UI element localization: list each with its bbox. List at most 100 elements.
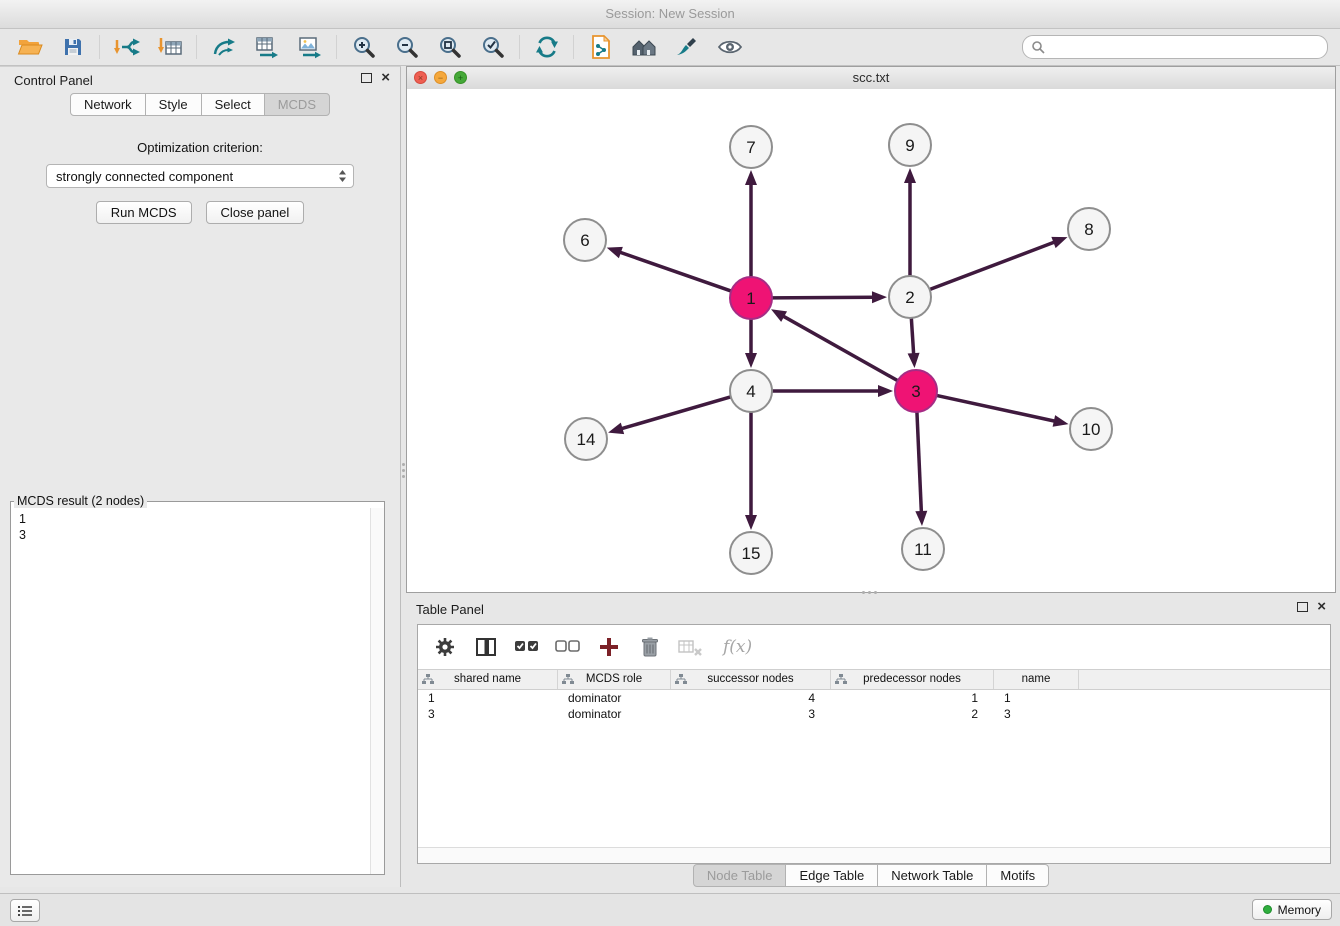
cell-successor-nodes[interactable]: 3 <box>671 706 831 722</box>
tab-network[interactable]: Network <box>70 93 146 116</box>
cell-shared-name[interactable]: 3 <box>418 706 558 722</box>
export-table-icon[interactable] <box>245 31 288 63</box>
export-image-icon[interactable] <box>288 31 331 63</box>
search-box[interactable] <box>1022 35 1328 59</box>
search-input[interactable] <box>1050 39 1319 55</box>
graph-node-11[interactable]: 11 <box>902 528 944 570</box>
eye-icon[interactable] <box>708 31 751 63</box>
graph-node-6[interactable]: 6 <box>564 219 606 261</box>
tab-edge-table[interactable]: Edge Table <box>785 864 878 887</box>
tab-select[interactable]: Select <box>201 93 265 116</box>
column-tree-icon <box>422 674 434 685</box>
graph-node-7[interactable]: 7 <box>730 126 772 168</box>
float-panel-icon[interactable] <box>361 73 372 83</box>
open-file-icon[interactable] <box>8 31 51 63</box>
run-mcds-button[interactable]: Run MCDS <box>96 201 192 224</box>
graph-edge-3-1[interactable] <box>782 316 897 381</box>
cell-name[interactable]: 3 <box>994 706 1079 722</box>
result-scrollbar[interactable] <box>370 508 384 874</box>
column-header-mcds-role[interactable]: MCDS role <box>558 670 671 689</box>
graph-edge-3-11[interactable] <box>917 412 921 513</box>
cell-successor-nodes[interactable]: 4 <box>671 690 831 706</box>
graph-node-4[interactable]: 4 <box>730 370 772 412</box>
result-line[interactable]: 1 <box>19 511 371 527</box>
graph-edge-4-14[interactable] <box>621 397 731 429</box>
add-column-icon[interactable] <box>596 634 622 660</box>
control-panel-tabs: Network Style Select MCDS <box>0 93 400 116</box>
close-panel-button[interactable]: Close panel <box>206 201 305 224</box>
zoom-selected-icon[interactable] <box>471 31 514 63</box>
import-table-icon[interactable] <box>148 31 191 63</box>
cell-mcds-role[interactable]: dominator <box>558 706 671 722</box>
network-canvas[interactable]: 7 9 6 8 1 2 4 3 14 10 15 11 <box>407 89 1335 592</box>
graph-node-14[interactable]: 14 <box>565 418 607 460</box>
cell-name[interactable]: 1 <box>994 690 1079 706</box>
graph-edge-2-3[interactable] <box>911 318 913 355</box>
tab-mcds[interactable]: MCDS <box>264 93 330 116</box>
graph-node-9[interactable]: 9 <box>889 124 931 166</box>
graph-edge-1-2[interactable] <box>772 297 874 298</box>
cell-shared-name[interactable]: 1 <box>418 690 558 706</box>
cell-predecessor-nodes[interactable]: 2 <box>831 706 994 722</box>
select-all-icon[interactable] <box>514 634 540 660</box>
graph-edge-2-8[interactable] <box>930 242 1056 290</box>
home-icon[interactable] <box>622 31 665 63</box>
criterion-dropdown[interactable]: strongly connected component <box>46 164 354 188</box>
horizontal-splitter-grip[interactable] <box>858 590 880 594</box>
tab-network-table[interactable]: Network Table <box>877 864 987 887</box>
graph-node-8[interactable]: 8 <box>1068 208 1110 250</box>
graph-node-2[interactable]: 2 <box>889 276 931 318</box>
graph-edge-arrow <box>878 385 893 397</box>
tab-node-table[interactable]: Node Table <box>693 864 787 887</box>
graph-node-10[interactable]: 10 <box>1070 408 1112 450</box>
tab-style[interactable]: Style <box>145 93 202 116</box>
graph-node-15[interactable]: 15 <box>730 532 772 574</box>
memory-button[interactable]: Memory <box>1252 899 1332 920</box>
cell-mcds-role[interactable]: dominator <box>558 690 671 706</box>
column-header-predecessor-nodes[interactable]: predecessor nodes <box>831 670 994 689</box>
window-close-icon[interactable]: × <box>414 71 427 84</box>
refresh-icon[interactable] <box>525 31 568 63</box>
graph-node-3[interactable]: 3 <box>895 370 937 412</box>
status-bar: Memory <box>0 893 1340 926</box>
table-row[interactable]: 1 dominator 4 1 1 <box>418 690 1330 706</box>
result-line[interactable]: 3 <box>19 527 371 543</box>
delete-column-icon[interactable] <box>637 634 663 660</box>
deselect-all-icon[interactable] <box>555 634 581 660</box>
tasks-menu-button[interactable] <box>10 899 40 922</box>
zoom-out-icon[interactable] <box>385 31 428 63</box>
column-header-name[interactable]: name <box>994 670 1079 689</box>
network-graph: 7 9 6 8 1 2 4 3 14 10 15 11 <box>407 89 1335 592</box>
close-panel-icon[interactable]: × <box>381 73 390 83</box>
cell-predecessor-nodes[interactable]: 1 <box>831 690 994 706</box>
zoom-in-icon[interactable] <box>342 31 385 63</box>
import-network-icon[interactable] <box>105 31 148 63</box>
table-row[interactable]: 3 dominator 3 2 3 <box>418 706 1330 722</box>
column-tree-icon <box>675 674 687 685</box>
close-panel-icon[interactable]: × <box>1317 602 1326 612</box>
network-view-window: × − + scc.txt 7968124314101511 <box>406 66 1336 593</box>
graph-node-1[interactable]: 1 <box>730 277 772 319</box>
apply-style-icon[interactable] <box>665 31 708 63</box>
float-panel-icon[interactable] <box>1297 602 1308 612</box>
show-columns-icon[interactable] <box>473 634 499 660</box>
gear-icon[interactable] <box>432 634 458 660</box>
network-from-file-icon[interactable] <box>579 31 622 63</box>
column-header-successor-nodes[interactable]: successor nodes <box>671 670 831 689</box>
graph-node-label: 8 <box>1084 220 1093 239</box>
zoom-fit-icon[interactable] <box>428 31 471 63</box>
vertical-splitter-grip[interactable] <box>401 460 405 480</box>
export-network-icon[interactable] <box>202 31 245 63</box>
window-minimize-icon[interactable]: − <box>434 71 447 84</box>
save-session-icon[interactable] <box>51 31 94 63</box>
graph-edge-3-10[interactable] <box>937 395 1056 421</box>
node-table-container: f(x) shared name MCDS role successor nod… <box>417 624 1331 864</box>
graph-edge-1-6[interactable] <box>619 252 731 291</box>
tab-motifs[interactable]: Motifs <box>986 864 1049 887</box>
delete-table-icon <box>678 634 704 660</box>
horizontal-scrollbar[interactable] <box>418 847 1330 863</box>
application-window: Session: New Session <box>0 0 1340 926</box>
window-zoom-icon[interactable]: + <box>454 71 467 84</box>
graph-node-label: 3 <box>911 382 920 401</box>
column-header-shared-name[interactable]: shared name <box>418 670 558 689</box>
